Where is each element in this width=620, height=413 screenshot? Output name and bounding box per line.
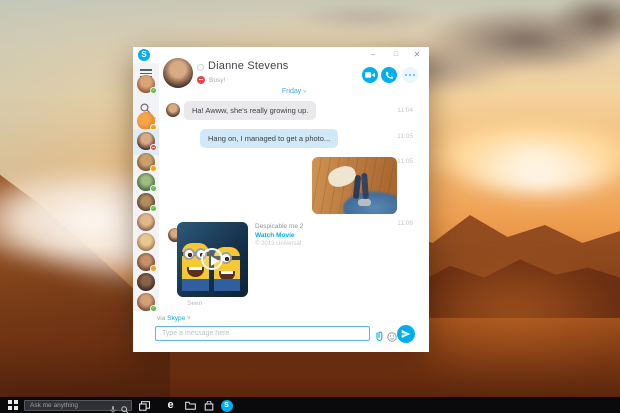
contact-avatar[interactable] <box>137 233 155 251</box>
message-timestamp: 11:04 <box>397 107 413 114</box>
busy-icon <box>197 76 205 84</box>
contact-avatar[interactable] <box>137 253 155 271</box>
contact-avatar[interactable] <box>137 273 155 291</box>
skype-logo-icon: S <box>138 49 150 61</box>
wallpaper-cloud <box>420 118 620 193</box>
message-input[interactable] <box>155 326 370 341</box>
wallpaper-cloud <box>290 4 440 30</box>
start-button[interactable] <box>8 400 18 410</box>
wallpaper-haze <box>400 255 620 395</box>
wallpaper-cloud <box>550 0 620 47</box>
play-icon[interactable] <box>201 248 223 270</box>
contact-avatar[interactable]: ✓ <box>137 173 155 191</box>
desktop: S – □ ✕ ✓ › ✓ ✓ <box>0 0 620 413</box>
message-timestamp: 11:05 <box>397 133 413 140</box>
shared-photo[interactable] <box>312 157 397 214</box>
message-timestamp: 11:06 <box>397 220 413 227</box>
away-status-badge <box>150 265 157 272</box>
skype-window: S – □ ✕ ✓ › ✓ ✓ <box>133 47 429 352</box>
date-separator[interactable]: Friday ˅ <box>159 88 429 95</box>
conversation-avatar[interactable] <box>163 58 193 88</box>
chevron-down-icon: ˅ <box>303 89 306 95</box>
video-thumbnail[interactable] <box>177 222 248 297</box>
chevron-right-icon: › <box>154 116 156 122</box>
emoji-icon[interactable] <box>387 329 397 347</box>
message-sender-avatar <box>166 103 180 117</box>
video-meta: © 2013 Universal <box>255 241 301 247</box>
self-avatar[interactable]: ✓ <box>137 75 155 93</box>
skype-taskbar-icon[interactable]: S <box>220 399 233 412</box>
outgoing-message-bubble: Hang on, I managed to get a photo... <box>200 129 338 148</box>
windows-logo-icon <box>8 400 12 404</box>
store-icon[interactable] <box>202 399 215 412</box>
contact-status: Busy! <box>209 77 225 84</box>
away-status-badge <box>150 165 157 172</box>
more-options-button[interactable] <box>402 67 418 83</box>
online-status-badge: ✓ <box>150 87 157 94</box>
close-button[interactable]: ✕ <box>408 47 426 63</box>
recent-contacts-avatar[interactable] <box>137 112 155 130</box>
minimize-button[interactable]: – <box>364 47 382 63</box>
send-button[interactable] <box>397 325 415 343</box>
contact-rail: ✓ › ✓ ✓ ✓ <box>133 63 159 315</box>
watch-movie-link[interactable]: Watch Movie <box>255 232 295 239</box>
audio-call-button[interactable] <box>381 67 397 83</box>
video-call-button[interactable] <box>362 67 378 83</box>
wallpaper-cloud <box>420 5 620 75</box>
file-explorer-icon[interactable] <box>184 399 197 412</box>
contact-avatar[interactable]: ✓ <box>137 293 155 311</box>
via-selector[interactable]: via Skype ˅ <box>157 315 191 322</box>
paper-plane-icon <box>401 329 411 339</box>
incoming-message-bubble: Ha! Awww, she's really growing up. <box>184 101 316 120</box>
wallpaper-mountain <box>420 228 620 318</box>
busy-status-badge <box>150 144 157 151</box>
composer: via Skype ˅ <box>133 311 429 352</box>
message-timestamp: 11:05 <box>397 158 413 165</box>
online-status-badge: ✓ <box>150 185 157 192</box>
contact-avatar-dianne[interactable] <box>137 132 155 150</box>
photo-child <box>358 199 371 206</box>
wallpaper-cloud <box>455 150 620 205</box>
task-view-icon[interactable] <box>138 399 151 412</box>
read-receipt: Seen <box>187 300 202 307</box>
contact-avatar[interactable] <box>137 153 155 171</box>
search-icon[interactable] <box>121 401 129 413</box>
contact-avatar[interactable]: ✓ <box>137 193 155 211</box>
phone-icon <box>385 71 394 80</box>
contact-name: Dianne Stevens <box>208 60 288 72</box>
edge-browser-icon[interactable]: e <box>164 399 177 412</box>
attachment-icon[interactable] <box>375 329 384 347</box>
taskbar: e S <box>0 397 620 413</box>
chevron-down-icon: ˅ <box>187 315 191 322</box>
contact-avatar[interactable] <box>137 213 155 231</box>
video-camera-icon <box>365 71 375 79</box>
microphone-icon[interactable] <box>110 401 116 413</box>
maximize-button[interactable]: □ <box>387 47 405 63</box>
online-status-badge: ✓ <box>150 205 157 212</box>
presence-ring-icon <box>197 64 204 71</box>
video-title: Despicable me 2 <box>255 223 303 230</box>
ellipsis-icon <box>405 74 407 76</box>
